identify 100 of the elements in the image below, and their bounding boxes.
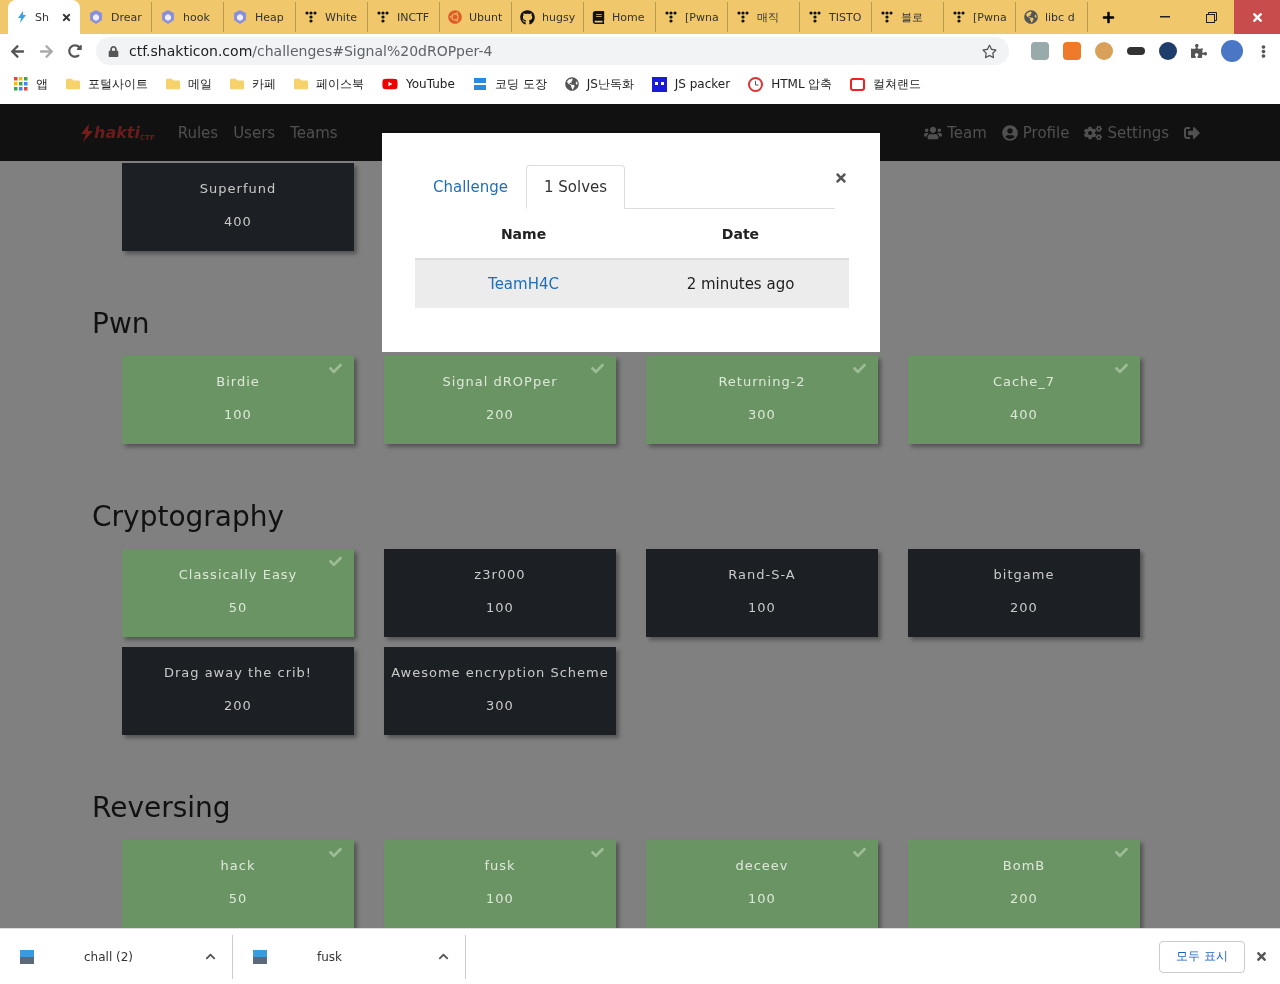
folder-icon [66,77,80,91]
close-icon[interactable] [834,171,848,185]
browser-tab[interactable]: Drear [80,2,152,32]
challenge-points: 50 [228,600,248,615]
browser-tab[interactable]: [Pwna [944,2,1016,32]
dots-icon [952,10,966,24]
bookmark[interactable]: 포털사이트 [66,75,148,93]
book-icon [592,10,605,24]
browser-tab[interactable]: 매직 [728,2,800,32]
star-icon[interactable] [982,43,997,59]
blocks-icon [472,77,487,91]
bookmark[interactable]: 메일 [166,75,212,93]
challenge-card[interactable]: Superfund 400 [122,163,354,251]
file-icon [20,949,34,964]
browser-tab[interactable]: hugsy [512,2,584,32]
modal-tab[interactable]: 1 Solves [526,165,626,209]
challenge-points: 400 [1010,407,1038,422]
challenge-points: 100 [224,407,252,422]
ubuntu-icon [448,10,462,24]
url-path: /challenges#Signal%20dROPper-4 [252,43,493,59]
bookmark[interactable]: 페이스북 [294,75,364,93]
restore-icon[interactable] [1205,11,1217,23]
show-all-button[interactable]: 모두 표시 [1159,940,1245,973]
challenge-card[interactable]: z3r000 100 [384,549,616,637]
caret-icon[interactable] [205,951,216,962]
download-item[interactable]: fusk [233,934,466,979]
browser-tab[interactable]: INCTF [368,2,440,32]
dots-icon [808,10,822,24]
challenge-points: 300 [486,698,514,713]
challenge-points: 100 [748,600,776,615]
browser-tab[interactable]: Sh [8,0,80,34]
browser-tab[interactable]: libc d [1016,2,1088,32]
download-item[interactable]: chall (2) [0,934,233,979]
challenge-card[interactable]: bitgame 200 [908,549,1140,637]
card-icon [850,76,866,92]
bookmark[interactable]: 카페 [230,75,276,93]
bookmark[interactable]: JS난독화 [564,75,634,93]
dots-icon [880,10,894,24]
challenge-points: 100 [486,600,514,615]
challenge-name: Returning-2 [718,374,806,389]
close-icon[interactable] [61,11,72,23]
minimize-icon[interactable] [1160,16,1170,18]
new-tab-icon[interactable] [1102,10,1115,24]
bookmark[interactable]: 컬쳐랜드 [850,75,922,93]
challenge-name: Cache_7 [992,374,1056,389]
dots-icon [376,10,390,24]
challenge-name: Drag away the crib! [163,665,313,680]
challenge-name: hack [220,858,256,873]
challenge-name: Classically Easy [178,567,298,582]
lock-icon [108,45,119,57]
puzzle-icon[interactable] [1191,43,1207,59]
caret-icon[interactable] [438,951,449,962]
browser-tab[interactable]: [Pwna [656,2,728,32]
close-button[interactable] [1234,0,1280,34]
dots-icon [736,10,750,24]
globe-icon [564,77,579,91]
challenge-name: Awesome encryption Scheme [391,665,609,680]
youtube-icon [382,76,398,92]
packer-icon [651,76,667,92]
browser-tab[interactable]: Heap [224,2,296,32]
clock-icon [748,76,764,92]
file-icon [253,949,267,964]
challenge-name: Birdie [216,374,260,389]
folder-icon [294,77,308,91]
browser-tab[interactable]: hook [152,2,224,32]
bookmark[interactable]: 앱 [14,75,48,93]
address-bar[interactable]: ctf.shakticon.com/challenges#Signal%20dROPper-4 [96,37,1009,65]
challenge-points: 200 [1010,891,1038,906]
challenge-points: 200 [1010,600,1038,615]
browser-tab[interactable]: 블로 [872,2,944,32]
bookmark[interactable]: YouTube [382,76,455,92]
browser-tab[interactable]: TISTO [800,2,872,32]
browser-tab[interactable]: White [296,2,368,32]
logout-icon [1184,124,1200,141]
challenge-card[interactable]: Rand-S-A 100 [646,549,878,637]
bookmark[interactable]: HTML 압축 [748,75,833,93]
browser-tab[interactable]: Home [584,2,656,32]
challenge-card[interactable]: Drag away the crib! 200 [122,647,354,735]
bolt-icon [16,11,28,23]
bookmark[interactable]: JS packer [651,76,731,92]
close-icon[interactable] [1255,950,1268,963]
close-icon [1250,10,1264,24]
challenge-name: Rand-S-A [728,567,796,582]
bookmark[interactable]: 코딩 도장 [472,75,547,93]
settings-icon [1084,123,1103,142]
back-icon[interactable] [10,43,25,59]
avatar[interactable] [1221,40,1243,62]
browser-tab[interactable]: Ubunt [440,2,512,32]
team-link[interactable]: TeamH4C [415,275,632,293]
challenge-card[interactable]: Awesome encryption Scheme 300 [384,647,616,735]
cube-icon [88,9,104,25]
folder-icon [166,77,180,91]
challenge-name: Superfund [199,181,277,196]
user-icon [1001,124,1018,141]
challenge-name: deceev [735,858,789,873]
reload-icon[interactable] [68,44,82,58]
table-cell-text: 2 minutes ago [685,275,796,293]
category-heading: Reversing [92,790,232,826]
challenge-points: 50 [228,891,248,906]
cube-icon [232,9,248,25]
